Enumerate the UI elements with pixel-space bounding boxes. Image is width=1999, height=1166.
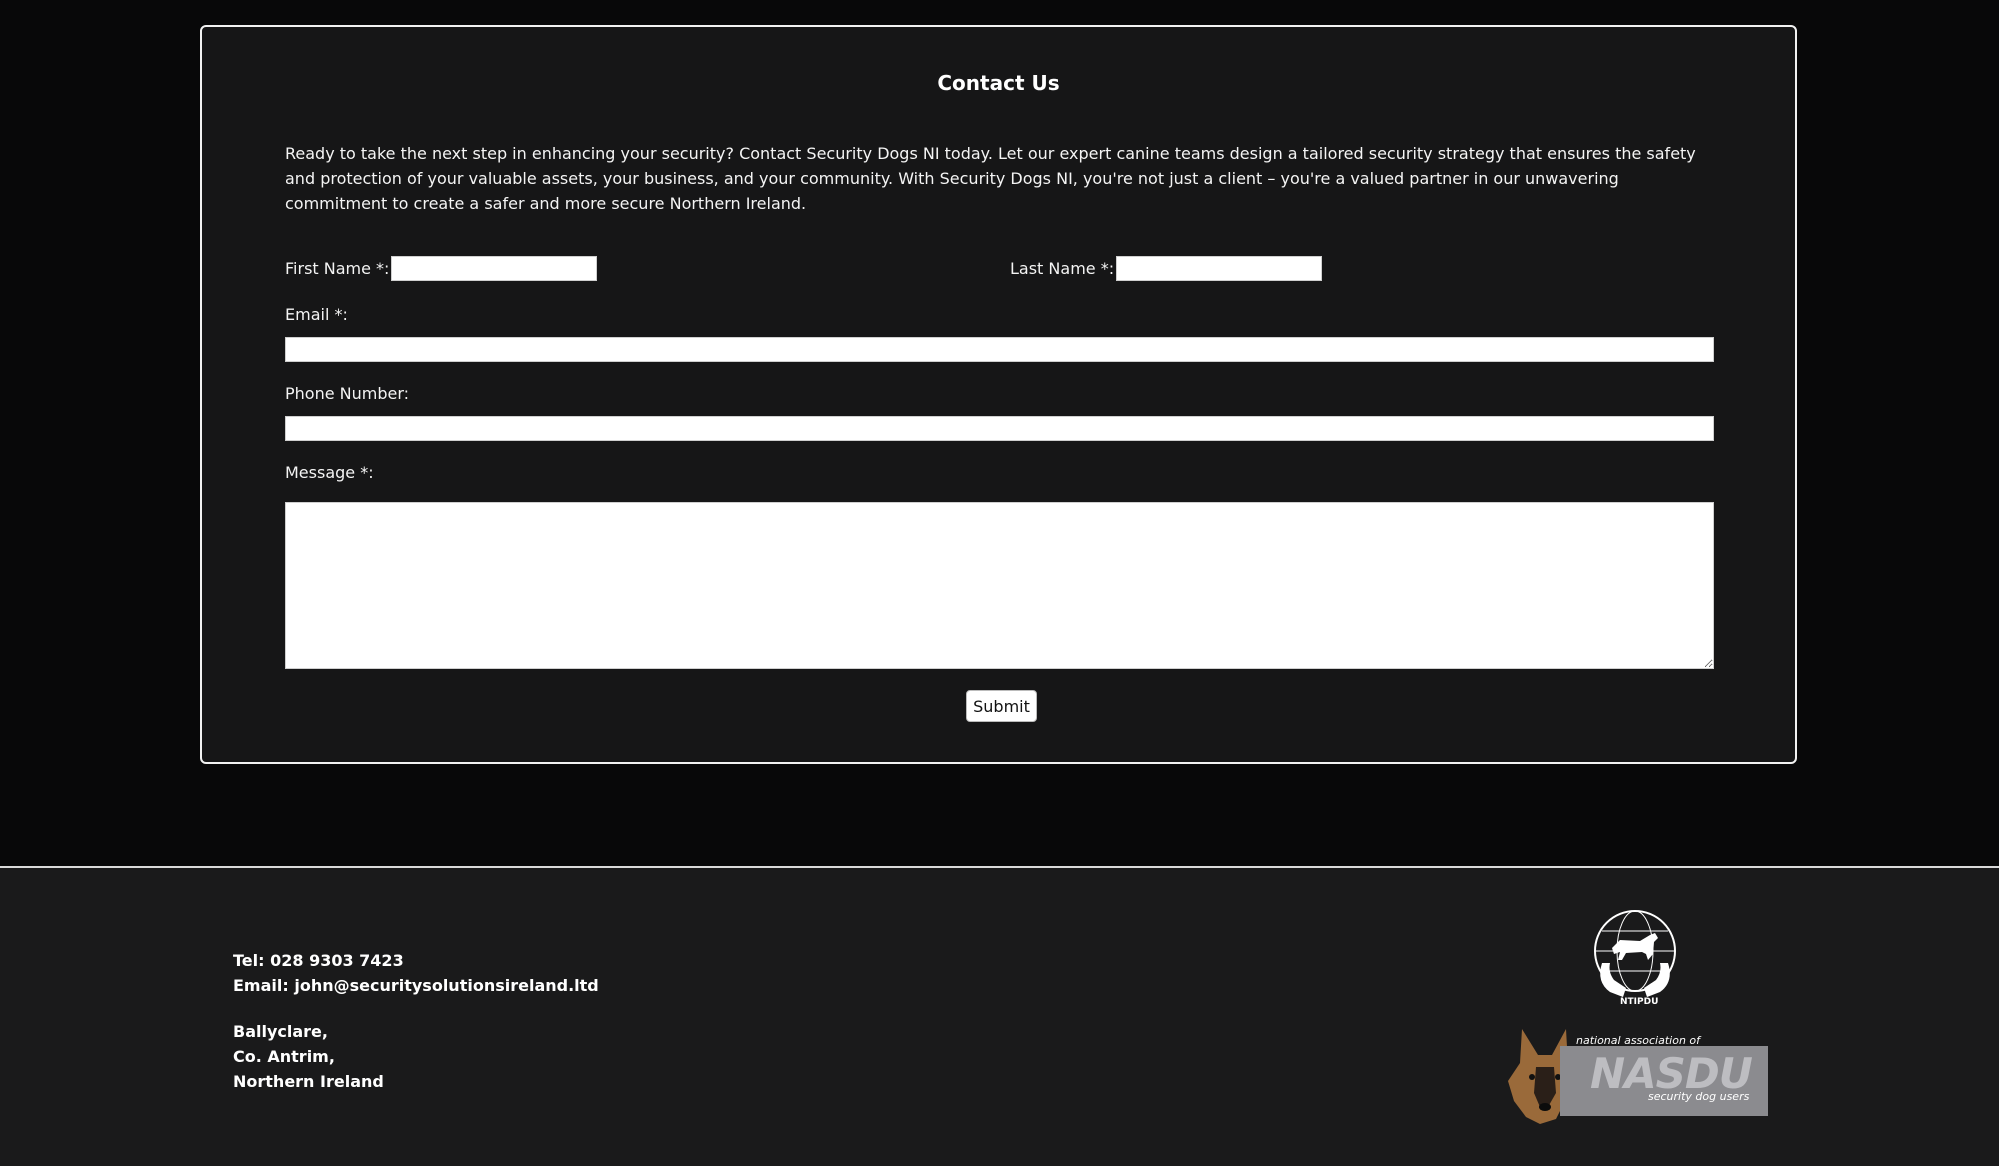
phone-input[interactable]	[285, 416, 1714, 441]
first-name-label: First Name *:	[285, 259, 390, 278]
phone-label: Phone Number:	[285, 384, 410, 403]
email-label: Email *:	[285, 305, 348, 324]
footer-email: Email: john@securitysolutionsireland.ltd	[233, 976, 599, 995]
submit-button[interactable]: Submit	[966, 690, 1037, 722]
ntipdu-label: NTIPDU	[1620, 997, 1659, 1007]
footer-address-line: Ballyclare,	[233, 1022, 328, 1041]
nasdu-subtitle: security dog users	[1648, 1090, 1750, 1103]
accreditation-logos: NTIPDU national association of NASDU sec…	[1500, 908, 1770, 1130]
contact-title: Contact Us	[937, 71, 1060, 95]
last-name-label: Last Name *:	[1010, 259, 1115, 278]
contact-form-card: Contact Us Ready to take the next step i…	[200, 25, 1797, 764]
nasdu-tagline: national association of	[1576, 1034, 1701, 1047]
first-name-input[interactable]	[391, 256, 597, 281]
message-label: Message *:	[285, 463, 374, 482]
intro-paragraph: Ready to take the next step in enhancing…	[285, 144, 1696, 213]
footer-address-line: Northern Ireland	[233, 1072, 384, 1091]
message-textarea[interactable]	[285, 502, 1714, 669]
footer-address-line: Co. Antrim,	[233, 1047, 335, 1066]
last-name-input[interactable]	[1116, 256, 1322, 281]
email-input[interactable]	[285, 337, 1714, 362]
footer-tel: Tel: 028 9303 7423	[233, 951, 404, 970]
